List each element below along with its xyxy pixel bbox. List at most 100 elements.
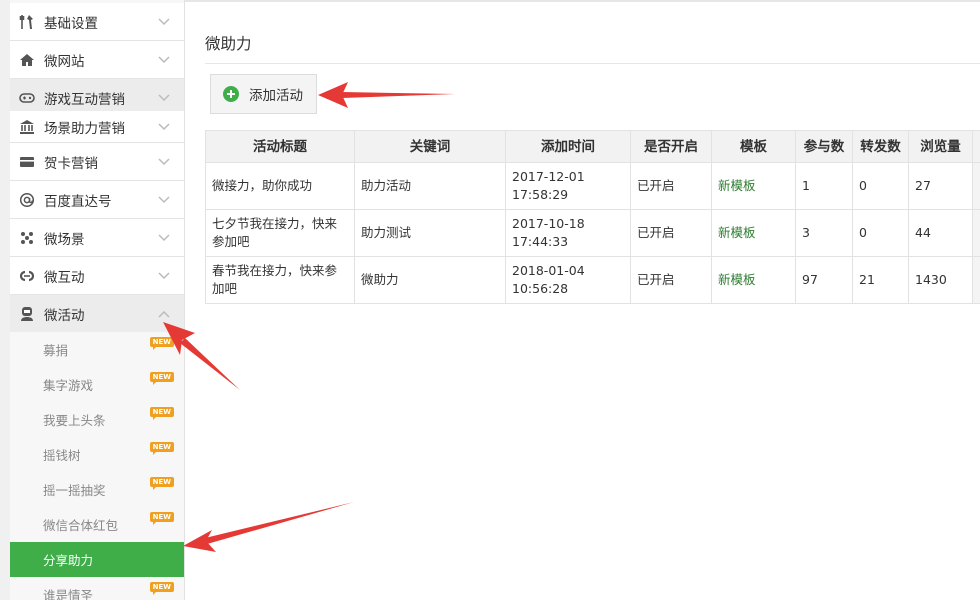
sidebar-subitem-word-collect[interactable]: 集字游戏 NEW [10,367,184,402]
cell-share: 21 [852,256,909,304]
cell-template-link[interactable]: 新模板 [711,162,796,210]
cell-join: 1 [795,162,853,210]
sidebar-item-baidu-direct[interactable]: 百度直达号 [10,181,184,219]
sidebar-item-micro-scene[interactable]: 微场景 [10,219,184,257]
sidebar-subitem-label: 分享助力 [43,553,94,568]
cell-keyword: 助力活动 [354,162,506,210]
sidebar-item-micro-interaction[interactable]: 微互动 [10,257,184,295]
cell-title: 春节我在接力，快来参加吧 [205,256,355,304]
sidebar-item-label: 贺卡营销 [44,155,98,172]
sidebar-item-label: 百度直达号 [44,193,112,210]
chevron-down-icon [156,14,172,30]
cell-share: 0 [852,209,909,257]
cell-title: 微接力，助你成功 [205,162,355,210]
scatter-icon [18,229,36,247]
link-icon [18,267,36,285]
chevron-down-icon [156,268,172,284]
chevron-down-icon [156,154,172,170]
page-title: 微助力 [205,35,252,53]
tools-icon [18,13,36,31]
chevron-down-icon [156,90,172,106]
column-header-status[interactable]: 是否开启 [630,130,712,163]
cell-status: 已开启 [630,209,712,257]
cell-views: 27 [908,162,973,210]
add-activity-label: 添加活动 [249,88,303,104]
sidebar-item-label: 场景助力营销 [44,120,125,137]
plus-circle-icon [223,86,239,102]
column-header-title[interactable]: 活动标题 [205,130,355,163]
top-border [185,0,980,2]
sidebar-item-basic-settings[interactable]: 基础设置 [10,3,184,41]
sidebar-item-card-marketing[interactable]: 贺卡营销 [10,143,184,181]
add-activity-button[interactable]: 添加活动 [210,74,317,114]
column-header-time[interactable]: 添加时间 [505,130,631,163]
chevron-up-icon [156,306,172,322]
sidebar-gutter [0,0,10,600]
chevron-down-icon [156,192,172,208]
new-badge: NEW [149,512,174,525]
sidebar-item-micro-activity[interactable]: 微活动 [10,295,184,333]
new-badge: NEW [149,477,174,490]
activity-table: 活动标题 关键词 添加时间 是否开启 模板 参与数 转发数 浏览量 微接力，助你… [205,130,980,304]
sidebar-item-scene-marketing[interactable]: 场景助力营销 [10,111,184,143]
gamepad-icon [18,89,36,107]
new-badge: NEW [149,372,174,385]
sidebar-subitem-headline[interactable]: 我要上头条 NEW [10,402,184,437]
user-icon [18,305,36,323]
new-badge: NEW [149,407,174,420]
cell-views: 44 [908,209,973,257]
sidebar-item-label: 游戏互动营销 [44,91,125,108]
card-icon [18,153,36,171]
sidebar-item-label: 微场景 [44,231,85,248]
main-content: 微助力 添加活动 活动标题 关键词 添加时间 是否开启 模板 参与数 转发数 浏… [185,0,980,600]
table-row: 七夕节我在接力，快来参加吧 助力测试 2017-10-18 17:44:33 已… [205,209,980,257]
column-header-share[interactable]: 转发数 [852,130,909,163]
sidebar-subitem-love-saint[interactable]: 谁是情圣 NEW [10,577,184,600]
table-row: 微接力，助你成功 助力活动 2017-12-01 17:58:29 已开启 新模… [205,162,980,210]
sidebar-item-micro-site[interactable]: 微网站 [10,41,184,79]
new-badge: NEW [149,337,174,350]
cell-actions[interactable] [972,162,980,210]
cell-status: 已开启 [630,162,712,210]
bank-icon [18,118,36,136]
cell-keyword: 助力测试 [354,209,506,257]
new-badge: NEW [149,582,174,595]
title-divider [205,63,980,64]
cell-actions[interactable] [972,256,980,304]
cell-views: 1430 [908,256,973,304]
chevron-down-icon [156,230,172,246]
sidebar-subitem-red-packet[interactable]: 微信合体红包 NEW [10,507,184,542]
cell-time: 2017-10-18 17:44:33 [505,209,631,257]
sidebar-subitem-donation[interactable]: 募捐 NEW [10,332,184,367]
cell-actions[interactable] [972,209,980,257]
sidebar: 基础设置 微网站 游戏互动营销 场景助力营销 贺卡营销 百度直达号 微场景 微互… [0,0,185,600]
sidebar-item-label: 基础设置 [44,15,98,32]
cell-title: 七夕节我在接力，快来参加吧 [205,209,355,257]
column-header-views[interactable]: 浏览量 [908,130,973,163]
chevron-down-icon [156,119,172,135]
cell-join: 97 [795,256,853,304]
cell-time: 2018-01-04 10:56:28 [505,256,631,304]
column-header-keyword[interactable]: 关键词 [354,130,506,163]
column-header-template[interactable]: 模板 [711,130,796,163]
column-header-join[interactable]: 参与数 [795,130,853,163]
column-header-actions [972,130,980,163]
at-icon [18,191,36,209]
sidebar-item-label: 微互动 [44,269,85,286]
sidebar-subitem-shake-lottery[interactable]: 摇一摇抽奖 NEW [10,472,184,507]
cell-template-link[interactable]: 新模板 [711,209,796,257]
cell-time: 2017-12-01 17:58:29 [505,162,631,210]
sidebar-subitem-share-boost[interactable]: 分享助力 [10,542,184,577]
chevron-down-icon [156,52,172,68]
cell-join: 3 [795,209,853,257]
sidebar-item-label: 微活动 [44,307,85,324]
table-header-row: 活动标题 关键词 添加时间 是否开启 模板 参与数 转发数 浏览量 [205,130,980,163]
sidebar-subitem-money-tree[interactable]: 摇钱树 NEW [10,437,184,472]
sidebar-item-label: 微网站 [44,53,85,70]
cell-status: 已开启 [630,256,712,304]
cell-template-link[interactable]: 新模板 [711,256,796,304]
cell-keyword: 微助力 [354,256,506,304]
home-icon [18,51,36,69]
table-row: 春节我在接力，快来参加吧 微助力 2018-01-04 10:56:28 已开启… [205,256,980,304]
new-badge: NEW [149,442,174,455]
